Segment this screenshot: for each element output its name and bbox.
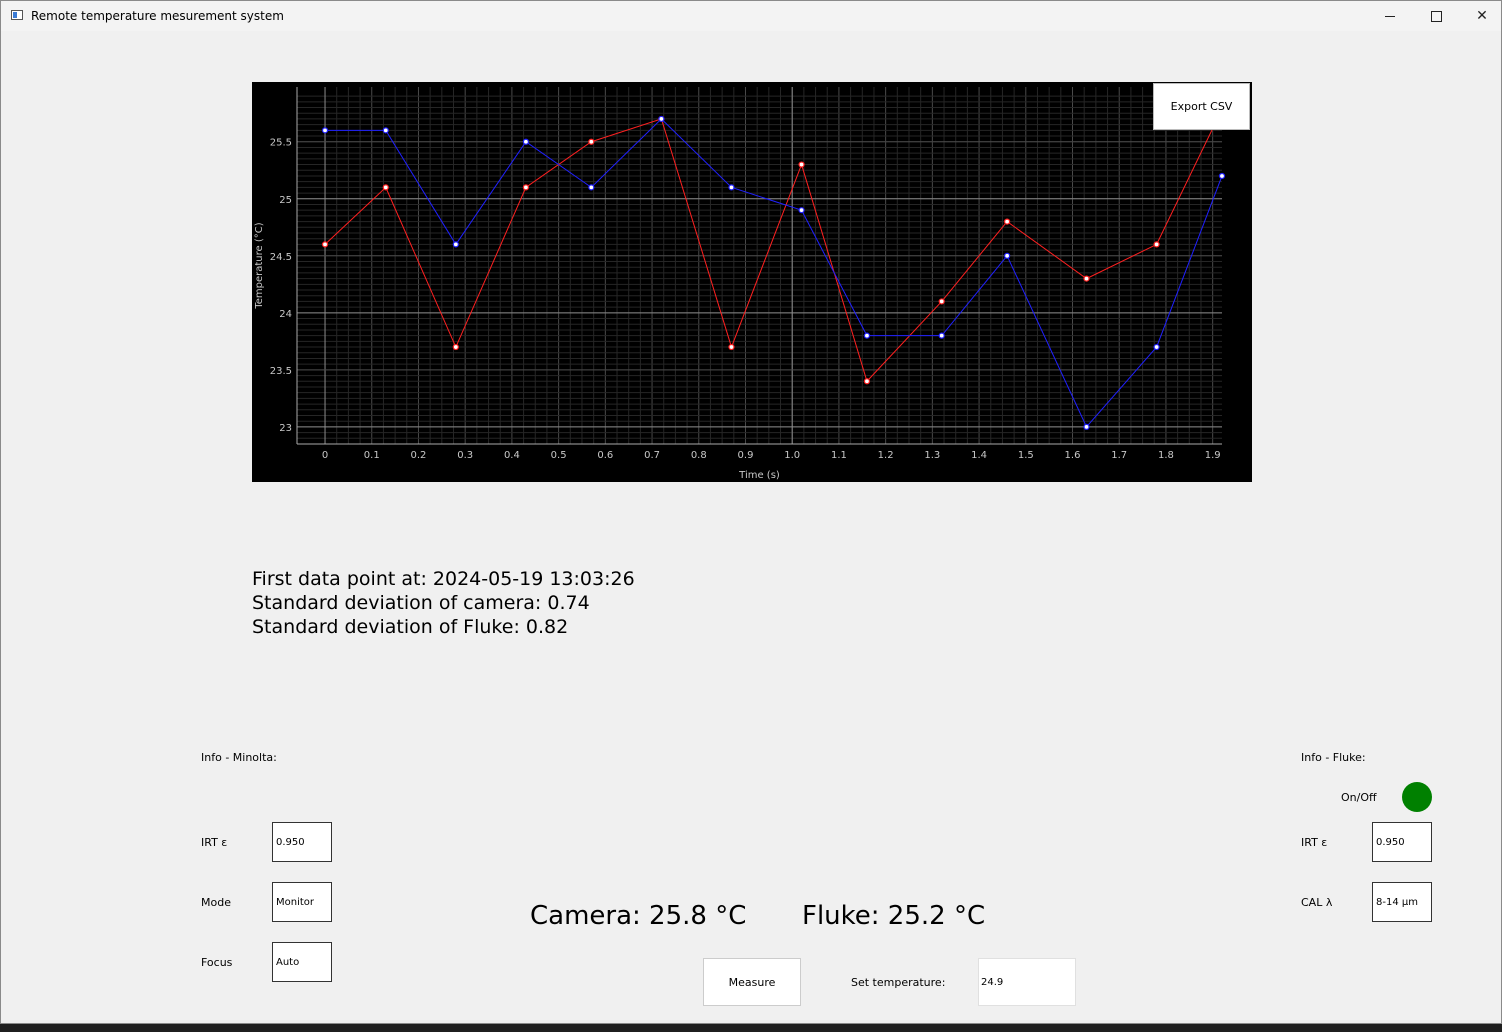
temperature-chart: 0 0.1 0.2 0.3 0.4 0.5 0.6 0.7 0.8 0.9 1.0 1.1 1.2 1.3… <box>252 82 1252 482</box>
series-point-0 <box>1083 275 1090 282</box>
y-tick-label: 23 <box>279 423 292 434</box>
series-point-1 <box>1153 343 1160 351</box>
series-point-0 <box>863 378 871 385</box>
x-tick-label: 0.8 <box>691 450 707 461</box>
series-point-0 <box>321 241 329 248</box>
x-tick-label: 1.8 <box>1158 450 1174 461</box>
maximize-icon <box>1430 10 1442 22</box>
y-tick-label: 25.5 <box>270 138 292 149</box>
first-data-point-text: First data point at: 2024-05-19 13:03:26 <box>252 568 635 590</box>
minimize-button[interactable] <box>1367 1 1413 31</box>
set-temperature-input[interactable]: 24.9 <box>978 958 1076 1006</box>
x-tick-label: 0 <box>322 450 328 461</box>
x-tick-label: 0.4 <box>504 450 520 461</box>
minolta-irt-field[interactable]: 0.950 <box>272 822 332 862</box>
fluke-irt-label: IRT ε <box>1301 836 1328 849</box>
fluke-irt-field[interactable]: 0.950 <box>1372 822 1432 862</box>
fluke-status-indicator[interactable] <box>1402 782 1432 812</box>
x-tick-label: 0.7 <box>644 450 660 461</box>
x-tick-label: 1.4 <box>971 450 987 461</box>
y-tick-label: 24 <box>279 309 292 320</box>
y-tick-label: 23.5 <box>270 366 292 377</box>
series-point-1 <box>798 207 805 214</box>
window-title: Remote temperature mesurement system <box>31 9 284 23</box>
minolta-focus-label: Focus <box>201 956 233 969</box>
minolta-mode-label: Mode <box>201 896 231 909</box>
series-point-1 <box>522 138 530 145</box>
minimize-icon <box>1385 15 1395 17</box>
x-tick-label: 1.6 <box>1065 450 1081 461</box>
series-point-1 <box>1004 252 1011 259</box>
x-tick-label: 1.7 <box>1111 450 1127 461</box>
series-point-0 <box>588 138 595 145</box>
series-point-1 <box>728 184 735 191</box>
taskbar <box>0 1024 1502 1032</box>
x-tick-label: 0.2 <box>411 450 427 461</box>
x-tick-label: 0.1 <box>364 450 380 461</box>
fluke-header: Info - Fluke: <box>1301 751 1366 764</box>
x-tick-label: 1.1 <box>831 450 847 461</box>
close-icon: ✕ <box>1476 8 1488 24</box>
app-icon <box>11 10 23 20</box>
series-point-1 <box>863 332 871 339</box>
series-point-1 <box>588 184 595 191</box>
fluke-onoff-label: On/Off <box>1341 791 1377 804</box>
app-window: Remote temperature mesurement system ✕ 0… <box>0 0 1502 1024</box>
fluke-cal-field[interactable]: 8-14 μm <box>1372 882 1432 922</box>
measure-button[interactable]: Measure <box>703 958 801 1006</box>
series-point-1 <box>1083 423 1090 430</box>
series-point-0 <box>452 343 459 351</box>
series-point-1 <box>658 115 665 123</box>
close-button[interactable]: ✕ <box>1459 1 1502 31</box>
y-tick-label: 24.5 <box>270 252 292 263</box>
y-axis-label: Temperature (°C) <box>254 222 265 309</box>
set-temperature-label: Set temperature: <box>851 976 946 989</box>
x-axis-label: Time (s) <box>738 470 780 481</box>
series-point-1 <box>1218 172 1226 180</box>
x-tick-label: 1.5 <box>1018 450 1034 461</box>
series-point-0 <box>728 343 735 351</box>
x-tick-label: 1.2 <box>878 450 894 461</box>
minolta-irt-label: IRT ε <box>201 836 228 849</box>
chart-svg: 0 0.1 0.2 0.3 0.4 0.5 0.6 0.7 0.8 0.9 1.0 1.1 1.2 1.3… <box>254 87 1226 481</box>
minolta-header: Info - Minolta: <box>201 751 277 764</box>
minolta-focus-field[interactable]: Auto <box>272 942 332 982</box>
series-point-0 <box>938 298 945 305</box>
series-point-1 <box>452 241 459 248</box>
series-point-0 <box>1153 241 1160 248</box>
series-point-1 <box>321 127 329 134</box>
x-tick-label: 0.3 <box>457 450 473 461</box>
export-csv-button[interactable]: Export CSV <box>1153 83 1250 130</box>
fluke-cal-label: CAL λ <box>1301 896 1333 909</box>
title-bar[interactable]: Remote temperature mesurement system ✕ <box>1 1 1501 31</box>
minolta-mode-field[interactable]: Monitor <box>272 882 332 922</box>
series-point-0 <box>1004 218 1011 225</box>
series-point-1 <box>382 127 389 134</box>
y-tick-label: 25 <box>279 195 292 206</box>
fluke-readout: Fluke: 25.2 °C <box>802 901 986 931</box>
std-camera-text: Standard deviation of camera: 0.74 <box>252 592 590 614</box>
x-tick-label: 0.9 <box>738 450 754 461</box>
maximize-button[interactable] <box>1413 1 1459 31</box>
series-point-0 <box>522 184 530 191</box>
x-tick-label: 0.5 <box>551 450 567 461</box>
x-tick-label: 0.6 <box>597 450 613 461</box>
series-point-1 <box>938 332 945 339</box>
series-point-0 <box>798 161 805 168</box>
series-point-0 <box>382 184 389 191</box>
statistics-panel: First data point at: 2024-05-19 13:03:26… <box>252 567 635 639</box>
x-tick-label: 1.9 <box>1205 450 1221 461</box>
std-fluke-text: Standard deviation of Fluke: 0.82 <box>252 616 569 638</box>
x-tick-label: 1.3 <box>924 450 940 461</box>
camera-readout: Camera: 25.8 °C <box>530 901 747 931</box>
x-tick-label: 1.0 <box>784 450 800 461</box>
